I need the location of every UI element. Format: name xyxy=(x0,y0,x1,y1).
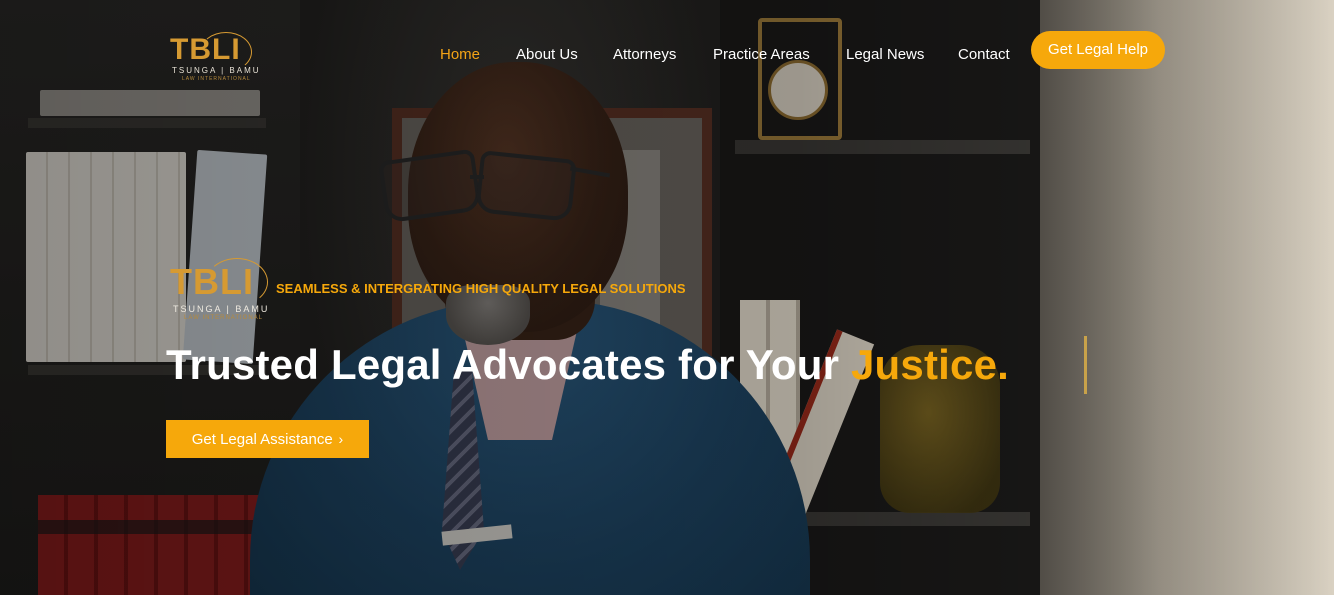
cta-hero-label: Get Legal Assistance xyxy=(191,431,333,448)
get-legal-help-button[interactable]: Get Legal Help xyxy=(1031,31,1165,69)
site-logo[interactable]: TBLI TSUNGA | BAMU LAW INTERNATIONAL xyxy=(170,32,259,84)
get-legal-assistance-button[interactable]: Get Legal Assistance › xyxy=(166,420,369,458)
typing-cursor xyxy=(1084,336,1087,394)
hero-headline: Trusted Legal Advocates for Your Justice… xyxy=(166,338,1009,392)
chevron-right-icon: › xyxy=(334,431,344,447)
logo-wordmark: TBLI xyxy=(170,33,241,66)
logo-subtitle: TSUNGA | BAMU xyxy=(172,66,261,75)
nav-about-us[interactable]: About Us xyxy=(516,45,578,65)
hero-section: TBLI TSUNGA | BAMU LAW INTERNATIONAL Hom… xyxy=(0,0,1334,595)
hero-logo-wordmark: TBLI xyxy=(170,261,254,302)
nav-contact[interactable]: Contact xyxy=(958,45,1010,65)
hero-logo-subtitle-small: LAW INTERNATIONAL xyxy=(184,315,264,321)
nav-legal-news[interactable]: Legal News xyxy=(846,45,924,65)
hero-logo-subtitle: TSUNGA | BAMU xyxy=(173,304,270,314)
headline-accent-text: Justice. xyxy=(850,341,1009,388)
hero-tagline: SEAMLESS & INTERGRATING HIGH QUALITY LEG… xyxy=(276,281,686,296)
nav-practice-areas[interactable]: Practice Areas xyxy=(713,45,810,65)
logo-subtitle-small: LAW INTERNATIONAL xyxy=(182,76,251,82)
hero-logo: TBLI TSUNGA | BAMU LAW INTERNATIONAL xyxy=(170,258,270,322)
headline-main-text: Trusted Legal Advocates for Your xyxy=(166,341,851,388)
nav-attorneys[interactable]: Attorneys xyxy=(613,45,676,65)
nav-home[interactable]: Home xyxy=(440,45,480,65)
